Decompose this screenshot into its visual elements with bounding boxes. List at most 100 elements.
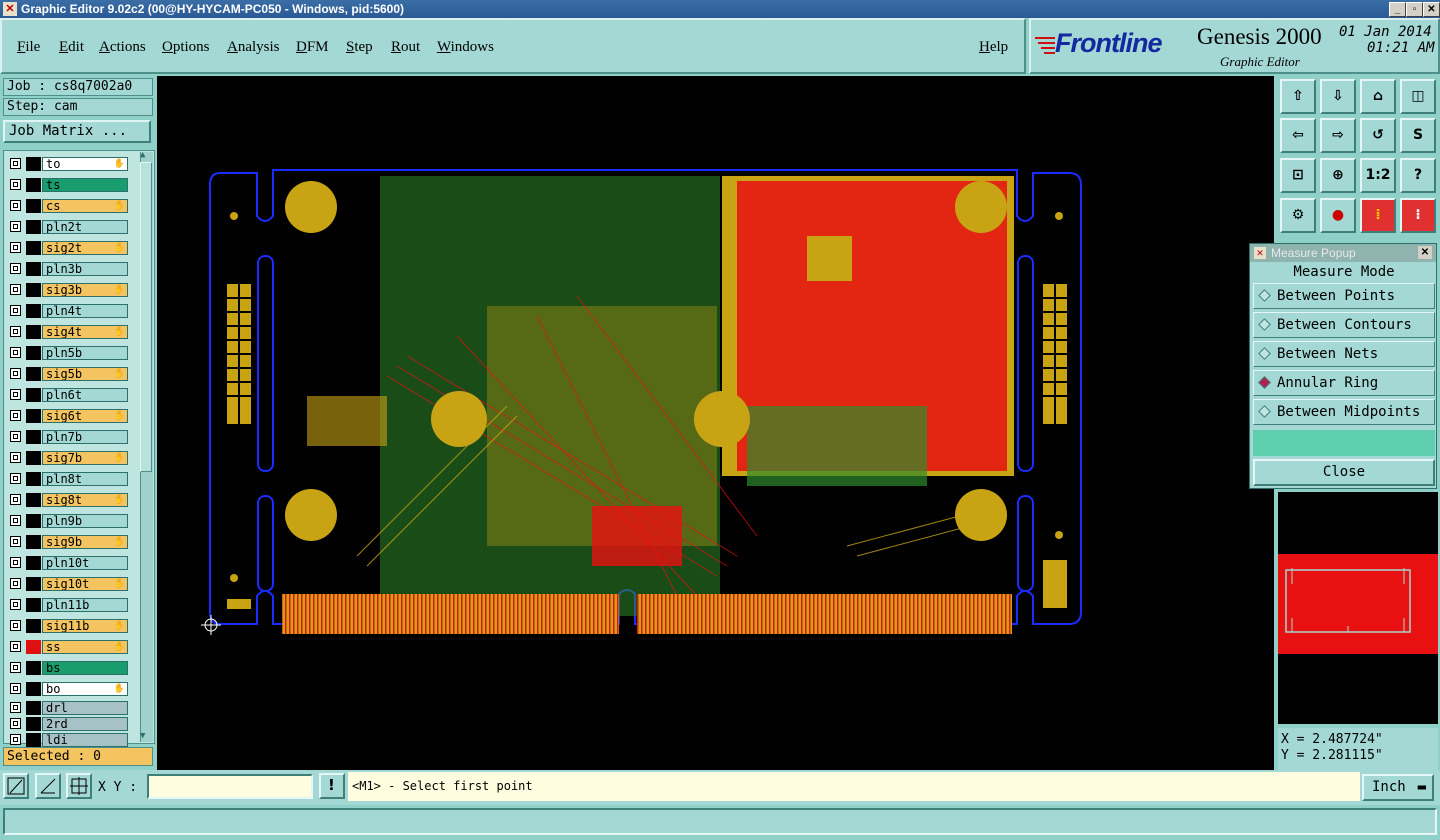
layer-color-swatch[interactable] [26,682,41,696]
unit-selector[interactable]: Inch ▬ [1362,774,1434,801]
layer-color-swatch[interactable] [26,199,41,213]
close-window-button[interactable]: ✕ [1423,2,1440,17]
layer-checkbox[interactable] [10,557,21,568]
layer-name[interactable]: ss ✋ [42,640,128,654]
layer-checkbox[interactable] [10,326,21,337]
layer-name[interactable]: sig8t ✋ [42,493,128,507]
layer-name[interactable]: sig11b ✋ [42,619,128,633]
layer-name[interactable]: pln2t [42,220,128,234]
layer-row-sig2t[interactable]: sig2t ✋ [8,241,128,256]
layer-row-bo[interactable]: bo ✋ [8,682,128,697]
menu-edit[interactable]: Edit [59,39,84,56]
layer-color-swatch[interactable] [26,157,41,171]
pan-right-tool-button[interactable]: ⇨ [1320,118,1356,153]
menu-actions[interactable]: Actions [99,39,146,56]
layer-color-swatch[interactable] [26,535,41,549]
layer-checkbox[interactable] [10,368,21,379]
layer-name[interactable]: cs ✋ [42,199,128,213]
layer-row-bs[interactable]: bs [8,661,128,676]
layer-row-sig5b[interactable]: sig5b ✋ [8,367,128,382]
job-matrix-button[interactable]: Job Matrix ... [3,120,151,143]
layer-row-sig10t[interactable]: sig10t ✋ [8,577,128,592]
layer-row-sig6t[interactable]: sig6t ✋ [8,409,128,424]
fit-tool-button[interactable]: ⊡ [1280,158,1316,193]
layer-row-pln10t[interactable]: pln10t [8,556,128,571]
layer-row-2rd[interactable]: 2rd [8,717,128,732]
graphics-canvas[interactable] [157,76,1274,770]
center-tool-button[interactable]: ⊕ [1320,158,1356,193]
measure-option-between-contours[interactable]: Between Contours [1253,312,1435,338]
close-button[interactable]: Close [1253,459,1435,486]
layer-color-swatch[interactable] [26,556,41,570]
layer-name[interactable]: sig3b ✋ [42,283,128,297]
layer-color-swatch[interactable] [26,733,41,747]
layer-color-swatch[interactable] [26,661,41,675]
measure-option-annular-ring[interactable]: Annular Ring [1253,370,1435,396]
layer-checkbox[interactable] [10,662,21,673]
menu-windows[interactable]: Windows [437,39,494,56]
layer-checkbox[interactable] [10,284,21,295]
layer-checkbox[interactable] [10,389,21,400]
layer-checkbox[interactable] [10,410,21,421]
layer-checkbox[interactable] [10,578,21,589]
layer-name[interactable]: pln9b [42,514,128,528]
layer-color-swatch[interactable] [26,701,41,715]
measure-option-between-nets[interactable]: Between Nets [1253,341,1435,367]
layer-row-to[interactable]: to ✋ [8,157,128,172]
layer-name[interactable]: bo ✋ [42,682,128,696]
layer-row-pln8t[interactable]: pln8t [8,472,128,487]
select-mode-icon[interactable] [3,773,29,799]
layer-row-pln9b[interactable]: pln9b [8,514,128,529]
layer-name[interactable]: bs [42,661,128,675]
layer-name[interactable]: ldi [42,733,128,747]
layer-name[interactable]: pln7b [42,430,128,444]
layer-row-sig9b[interactable]: sig9b ✋ [8,535,128,550]
layer-name[interactable]: to ✋ [42,157,128,171]
menu-options[interactable]: Options [162,39,210,56]
layer-name[interactable]: sig7b ✋ [42,451,128,465]
layer-row-ts[interactable]: ts [8,178,128,193]
layer-color-swatch[interactable] [26,619,41,633]
menu-help[interactable]: Help [979,39,1008,56]
net-colors-tool-button[interactable]: ⁝ [1400,198,1436,233]
menu-step[interactable]: Step [346,39,373,56]
layer-color-swatch[interactable] [26,640,41,654]
layer-color-swatch[interactable] [26,304,41,318]
layer-checkbox[interactable] [10,702,21,713]
alert-icon[interactable]: ! [319,773,345,799]
layer-checkbox[interactable] [10,494,21,505]
window-split-tool-button[interactable]: ◫ [1400,79,1436,114]
close-popup-icon[interactable]: ✕ [1418,246,1432,259]
layer-color-swatch[interactable] [26,262,41,276]
layer-row-sig3b[interactable]: sig3b ✋ [8,283,128,298]
layer-checkbox[interactable] [10,734,21,745]
layer-row-ss[interactable]: ss ✋ [8,640,128,655]
layer-color-swatch[interactable] [26,451,41,465]
layer-color-swatch[interactable] [26,367,41,381]
layer-checkbox[interactable] [10,200,21,211]
layer-color-swatch[interactable] [26,283,41,297]
measure-mode-icon[interactable] [35,773,61,799]
layer-name[interactable]: sig6t ✋ [42,409,128,423]
layer-color-swatch[interactable] [26,178,41,192]
layer-name[interactable]: pln8t [42,472,128,486]
layer-color-swatch[interactable] [26,409,41,423]
layer-name[interactable]: pln11b [42,598,128,612]
layer-name[interactable]: pln3b [42,262,128,276]
layer-color-swatch[interactable] [26,577,41,591]
layer-row-pln11b[interactable]: pln11b [8,598,128,613]
measure-tool-button[interactable]: ⚙ [1280,198,1316,233]
layer-name[interactable]: pln6t [42,388,128,402]
menu-file[interactable]: File [17,39,40,56]
layer-row-pln3b[interactable]: pln3b [8,262,128,277]
rotate-tool-button[interactable]: ↺ [1360,118,1396,153]
layer-name[interactable]: sig9b ✋ [42,535,128,549]
layer-color-swatch[interactable] [26,514,41,528]
command-line[interactable] [3,808,1437,835]
pan-left-tool-button[interactable]: ⇦ [1280,118,1316,153]
minimize-button[interactable]: _ [1389,2,1406,17]
pan-down-tool-button[interactable]: ⇩ [1320,79,1356,114]
layer-name[interactable]: pln4t [42,304,128,318]
layer-color-swatch[interactable] [26,220,41,234]
snap-tool-button[interactable]: ● [1320,198,1356,233]
